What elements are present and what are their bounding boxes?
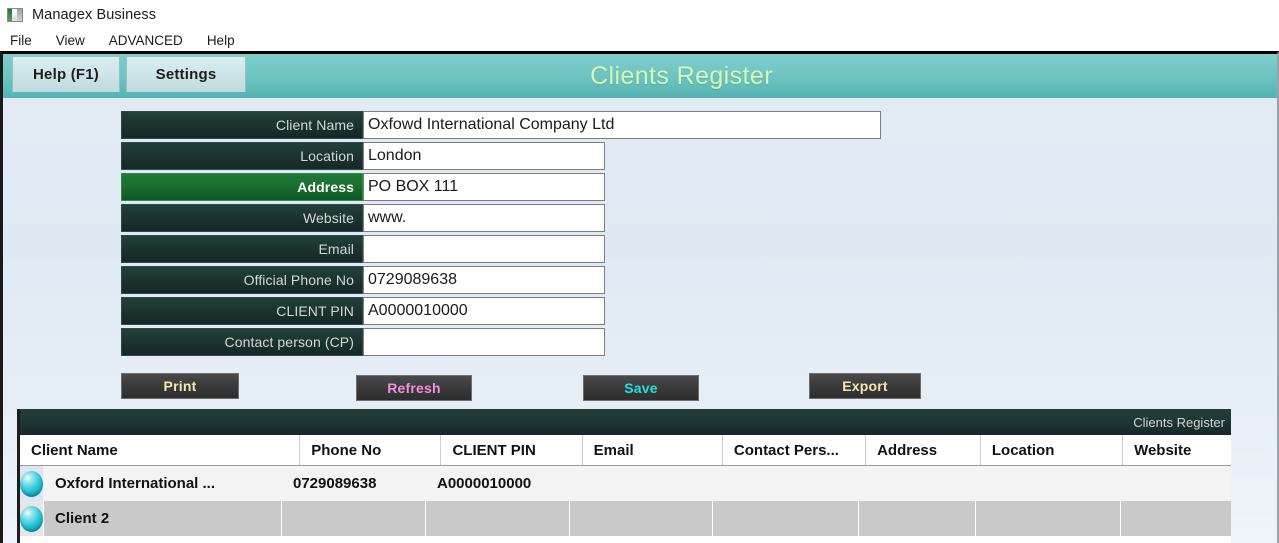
input-email[interactable] (363, 235, 605, 263)
refresh-button[interactable]: Refresh (356, 375, 472, 401)
label-email: Email (121, 235, 363, 263)
client-area: Help (F1) Settings Clients Register Clie… (0, 51, 1279, 543)
column-header-client-name[interactable]: Client Name (20, 435, 301, 465)
input-address[interactable] (363, 173, 605, 201)
label-location: Location (121, 142, 363, 170)
label-official-phone-no: Official Phone No (121, 266, 363, 294)
cell-email (570, 466, 713, 501)
form-row-address: Address (121, 173, 881, 201)
client-form: Client Name Location Address Website Ema… (121, 111, 881, 359)
cell-client-name: Client 2 (44, 501, 282, 536)
column-header-website[interactable]: Website (1123, 435, 1231, 465)
grid-header-row: Client Name Phone No CLIENT PIN Email Co… (20, 435, 1231, 466)
form-row-email: Email (121, 235, 881, 263)
header-bar: Help (F1) Settings Clients Register (3, 54, 1277, 98)
tab-settings[interactable]: Settings (126, 56, 246, 92)
column-header-location[interactable]: Location (981, 435, 1124, 465)
table-row[interactable]: Client 2 (20, 501, 1231, 536)
cell-phone-no: 0729089638 (282, 466, 426, 501)
cell-contact-person (713, 466, 859, 501)
column-header-phone-no[interactable]: Phone No (300, 435, 442, 465)
menu-item-advanced[interactable]: ADVANCED (109, 32, 193, 49)
table-row[interactable]: Oxford International ... 0729089638 A000… (20, 466, 1231, 501)
column-header-client-pin[interactable]: CLIENT PIN (441, 435, 583, 465)
cell-location (976, 466, 1121, 501)
column-header-address[interactable]: Address (866, 435, 981, 465)
export-button[interactable]: Export (809, 373, 921, 399)
label-contact-person: Contact person (CP) (121, 328, 363, 356)
form-row-client-name: Client Name (121, 111, 881, 139)
menu-bar: File View ADVANCED Help (0, 29, 1279, 51)
grid-caption: Clients Register (20, 409, 1231, 435)
cell-address (859, 466, 976, 501)
input-location[interactable] (363, 142, 605, 170)
application-window: Managex Business File View ADVANCED Help… (0, 0, 1279, 543)
cell-website (1121, 501, 1231, 536)
row-status-sphere-icon (20, 466, 44, 501)
form-row-website: Website (121, 204, 881, 232)
input-client-name[interactable] (363, 111, 881, 139)
form-row-location: Location (121, 142, 881, 170)
tab-help[interactable]: Help (F1) (12, 56, 120, 92)
input-official-phone-no[interactable] (363, 266, 605, 294)
menu-item-view[interactable]: View (56, 32, 95, 49)
form-row-client-pin: CLIENT PIN (121, 297, 881, 325)
label-client-name: Client Name (121, 111, 363, 139)
label-address: Address (121, 173, 363, 201)
save-button[interactable]: Save (583, 375, 699, 401)
cell-contact-person (713, 501, 859, 536)
form-row-contact-person: Contact person (CP) (121, 328, 881, 356)
menu-item-help[interactable]: Help (207, 32, 245, 49)
page-title: Clients Register (590, 61, 773, 90)
column-header-contact-person[interactable]: Contact Pers... (723, 435, 867, 465)
cell-website (1121, 466, 1231, 501)
input-client-pin[interactable] (363, 297, 605, 325)
clients-grid: Clients Register Client Name Phone No CL… (17, 409, 1231, 543)
cell-email (570, 501, 713, 536)
cell-address (859, 501, 976, 536)
print-button[interactable]: Print (121, 373, 239, 399)
app-logo-icon (7, 7, 23, 22)
menu-item-file[interactable]: File (10, 32, 42, 49)
action-button-row: Print Refresh Save Export (3, 373, 1277, 407)
cell-phone-no (282, 501, 426, 536)
label-client-pin: CLIENT PIN (121, 297, 363, 325)
column-header-email[interactable]: Email (583, 435, 723, 465)
cell-client-pin (426, 501, 570, 536)
cell-client-name: Oxford International ... (44, 466, 282, 501)
cell-location (976, 501, 1121, 536)
form-row-official-phone-no: Official Phone No (121, 266, 881, 294)
input-contact-person[interactable] (363, 328, 605, 356)
cell-client-pin: A0000010000 (426, 466, 570, 501)
window-title: Managex Business (32, 6, 157, 23)
input-website[interactable] (363, 204, 605, 232)
title-bar: Managex Business (0, 0, 1279, 29)
row-status-sphere-icon (20, 501, 44, 536)
label-website: Website (121, 204, 363, 232)
